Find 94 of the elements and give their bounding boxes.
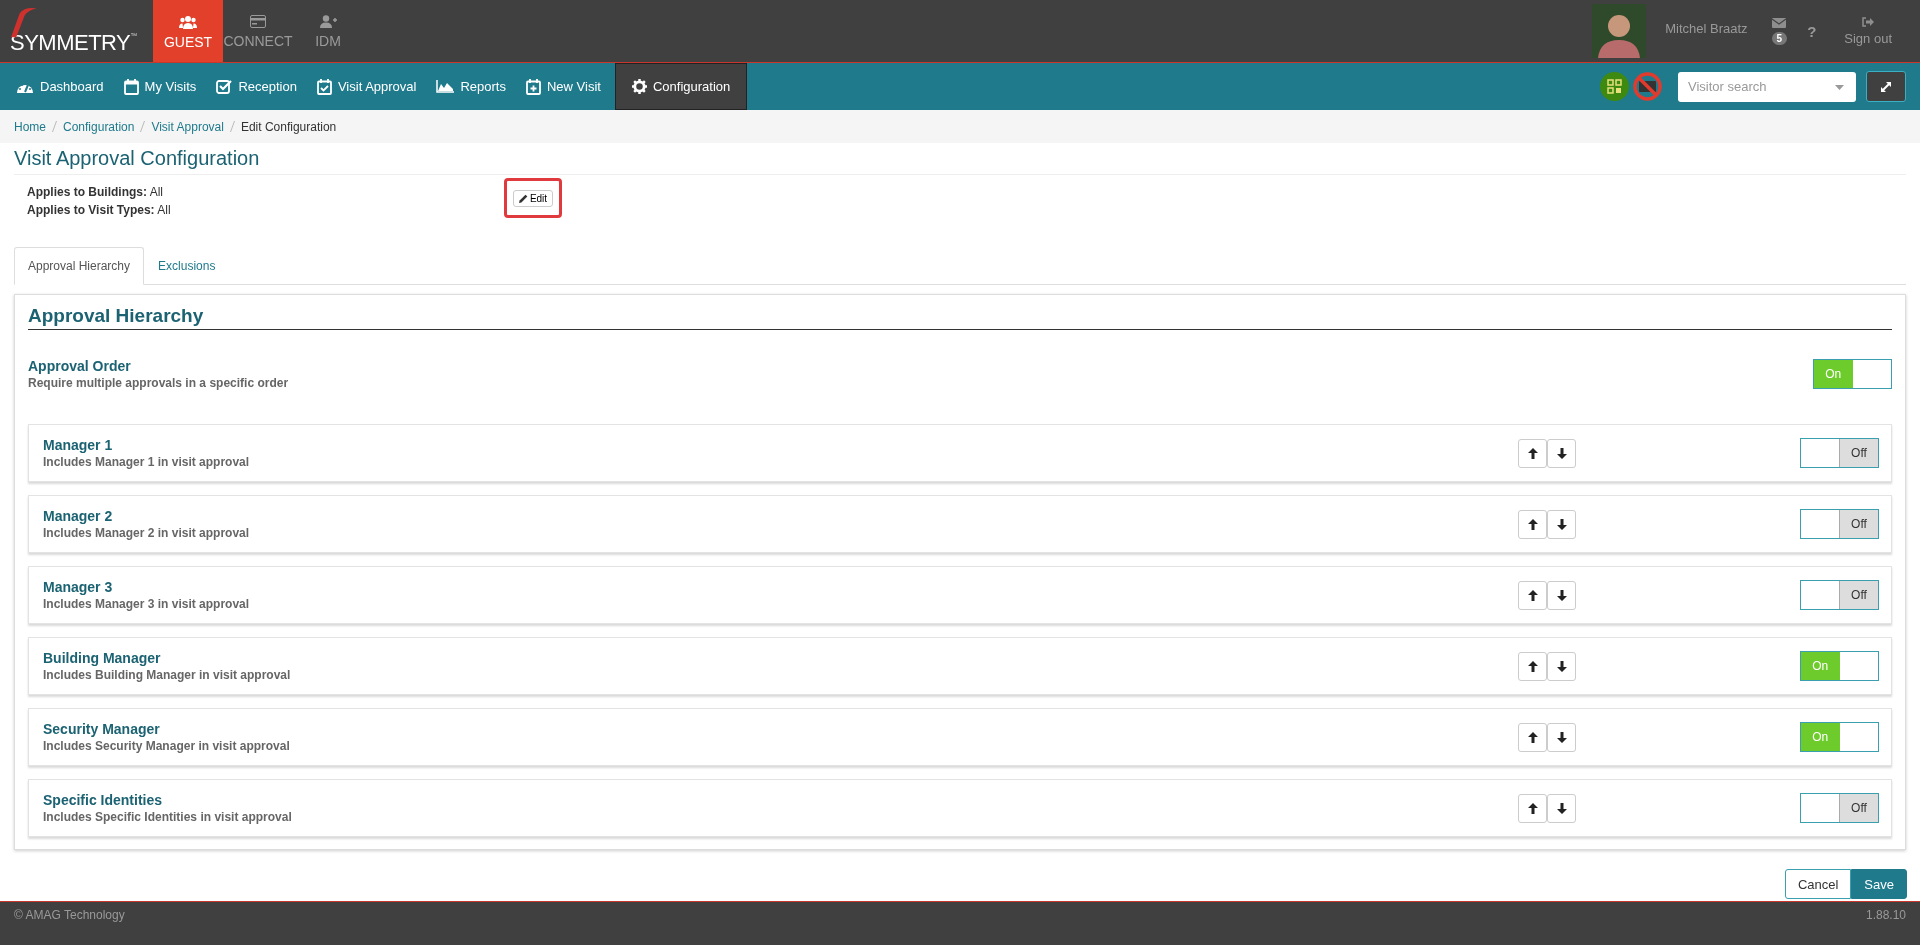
- approver-description: Includes Manager 1 in visit approval: [43, 455, 251, 469]
- copyright: © AMAG Technology: [14, 908, 125, 924]
- no-card-icon[interactable]: [1633, 72, 1662, 101]
- calendar-icon: [123, 78, 139, 95]
- approver-description: Includes Building Manager in visit approval: [43, 668, 292, 682]
- app-tab[interactable]: IDM: [293, 0, 363, 62]
- approver-title: Specific Identities: [43, 792, 164, 808]
- checkbox-icon: [216, 79, 233, 94]
- move-up-button[interactable]: [1518, 651, 1547, 681]
- breadcrumb-link[interactable]: Visit Approval: [151, 119, 224, 134]
- calendar-check-icon: [316, 78, 332, 95]
- area-chart-icon: [436, 80, 455, 93]
- envelope-icon: [1772, 17, 1787, 28]
- approver-title: Manager 1: [43, 437, 114, 453]
- nav-item[interactable]: My Visits: [113, 63, 207, 110]
- approver-title: Manager 2: [43, 508, 114, 524]
- arrow-up-icon: [1527, 660, 1538, 672]
- nav-item[interactable]: Configuration: [614, 63, 748, 110]
- avatar: [1592, 4, 1647, 58]
- tab[interactable]: Exclusions: [144, 247, 230, 285]
- caret-icon: [1835, 84, 1844, 90]
- move-down-button[interactable]: [1547, 438, 1576, 468]
- arrow-down-icon: [1556, 660, 1567, 672]
- move-down-button[interactable]: [1547, 580, 1576, 610]
- version: 1.88.10: [1865, 908, 1906, 924]
- section-heading: Approval Hierarchy: [28, 305, 1892, 330]
- move-up-button[interactable]: [1518, 580, 1547, 610]
- toggle-switch[interactable]: Off: [1800, 793, 1879, 823]
- sign-out-icon: [1862, 16, 1875, 27]
- breadcrumb-separator-icon: [140, 121, 146, 132]
- arrow-up-icon: [1527, 589, 1538, 601]
- gear-icon: [631, 79, 647, 94]
- move-down-button[interactable]: [1547, 509, 1576, 539]
- arrow-down-icon: [1556, 589, 1567, 601]
- arrow-up-icon: [1527, 731, 1538, 743]
- nav-item[interactable]: Visit Approval: [306, 63, 427, 110]
- approver-title: Manager 3: [43, 579, 114, 595]
- approver-description: Includes Manager 3 in visit approval: [43, 597, 251, 611]
- users-icon: [179, 14, 197, 29]
- move-down-button[interactable]: [1547, 722, 1576, 752]
- logo-text: SYMMETRY: [10, 32, 131, 54]
- messages-button[interactable]: 5: [1771, 0, 1788, 62]
- setting-description: Require multiple approvals in a specific order: [28, 376, 289, 390]
- approver-title: Security Manager: [43, 721, 161, 737]
- arrow-up-icon: [1527, 802, 1538, 814]
- help-button[interactable]: ?: [1807, 22, 1817, 40]
- breadcrumb-separator-icon: [52, 121, 57, 132]
- visitor-search-field[interactable]: Visitor search: [1678, 71, 1856, 102]
- save-button[interactable]: Save: [1851, 869, 1907, 899]
- user-add-icon: [319, 15, 337, 28]
- arrow-down-icon: [1556, 802, 1567, 814]
- toggle-switch[interactable]: Off: [1800, 438, 1879, 468]
- move-up-button[interactable]: [1518, 509, 1547, 539]
- tab[interactable]: Approval Hierarchy: [14, 247, 145, 285]
- move-up-button[interactable]: [1518, 793, 1547, 823]
- expand-button[interactable]: [1866, 71, 1906, 102]
- setting-title: Approval Order: [28, 358, 132, 374]
- cancel-button[interactable]: Cancel: [1784, 869, 1852, 899]
- breadcrumb-current: Edit Configuration: [240, 119, 337, 134]
- nav-item[interactable]: Reports: [426, 63, 516, 110]
- arrow-down-icon: [1556, 518, 1567, 530]
- user-name[interactable]: Mitchel Braatz: [1665, 20, 1748, 36]
- app-tab[interactable]: GUEST: [153, 0, 223, 62]
- move-up-button[interactable]: [1518, 438, 1547, 468]
- edit-button[interactable]: Edit: [512, 189, 554, 207]
- toggle-switch[interactable]: Off: [1800, 580, 1879, 610]
- applies-text: Applies to Visit Types: All: [27, 202, 172, 219]
- sign-out-button[interactable]: Sign out: [1844, 0, 1892, 62]
- move-down-button[interactable]: [1547, 651, 1576, 681]
- breadcrumb-link[interactable]: Home: [14, 119, 46, 134]
- arrow-up-icon: [1527, 518, 1538, 530]
- approver-description: Includes Specific Identities in visit approval: [43, 810, 293, 824]
- nav-item[interactable]: Dashboard: [6, 63, 114, 110]
- nav-item[interactable]: Reception: [206, 63, 307, 110]
- arrow-down-icon: [1556, 731, 1567, 743]
- approver-description: Includes Manager 2 in visit approval: [43, 526, 251, 540]
- calendar-plus-icon: [526, 78, 541, 95]
- breadcrumb-link[interactable]: Configuration: [63, 119, 135, 134]
- move-up-button[interactable]: [1518, 722, 1547, 752]
- toggle-switch[interactable]: Off: [1800, 509, 1879, 539]
- applies-text: Applies to Buildings: All: [27, 184, 164, 201]
- qr-code-icon[interactable]: [1600, 72, 1629, 101]
- app-tab[interactable]: CONNECT: [223, 0, 293, 62]
- breadcrumb-separator-icon: [229, 121, 235, 132]
- approver-description: Includes Security Manager in visit approval: [43, 739, 291, 753]
- arrow-up-icon: [1527, 447, 1538, 459]
- card-icon: [250, 15, 266, 28]
- move-down-button[interactable]: [1547, 793, 1576, 823]
- arrow-down-icon: [1556, 447, 1567, 459]
- approver-title: Building Manager: [43, 650, 162, 666]
- expand-icon: [1880, 80, 1892, 93]
- pencil-icon: [518, 193, 528, 203]
- page-title: Visit Approval Configuration: [14, 147, 1906, 175]
- nav-item[interactable]: New Visit: [516, 63, 611, 110]
